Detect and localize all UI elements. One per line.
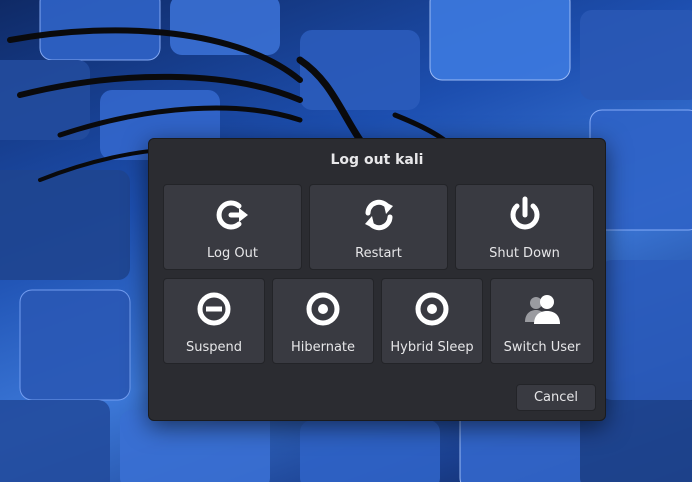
desktop-wallpaper: Log out kali Log Out Restart Shut Down S… xyxy=(0,0,692,482)
logout-dialog: Log out kali Log Out Restart Shut Down S… xyxy=(148,138,606,421)
cancel-button[interactable]: Cancel xyxy=(516,384,596,411)
hybrid-sleep-label: Hybrid Sleep xyxy=(390,340,474,355)
shut-down-button[interactable]: Shut Down xyxy=(455,184,594,270)
restart-icon xyxy=(364,199,393,231)
hybrid-sleep-icon xyxy=(415,292,449,326)
switch-user-button[interactable]: Switch User xyxy=(490,278,594,364)
suspend-label: Suspend xyxy=(185,340,242,355)
hibernate-button[interactable]: Hibernate xyxy=(272,278,374,364)
dialog-title: Log out kali xyxy=(330,152,424,168)
suspend-button[interactable]: Suspend xyxy=(163,278,265,364)
switch-user-icon xyxy=(525,295,560,324)
log-out-label: Log Out xyxy=(207,246,258,261)
restart-button[interactable]: Restart xyxy=(309,184,448,270)
switch-user-label: Switch User xyxy=(503,340,581,355)
logout-icon xyxy=(216,200,248,230)
log-out-button[interactable]: Log Out xyxy=(163,184,302,270)
hybrid-sleep-button[interactable]: Hybrid Sleep xyxy=(381,278,483,364)
restart-label: Restart xyxy=(355,246,402,261)
hibernate-label: Hibernate xyxy=(290,340,356,355)
hibernate-icon xyxy=(306,292,340,326)
shut-down-label: Shut Down xyxy=(489,246,560,261)
suspend-icon xyxy=(197,292,231,326)
power-icon xyxy=(510,196,539,230)
